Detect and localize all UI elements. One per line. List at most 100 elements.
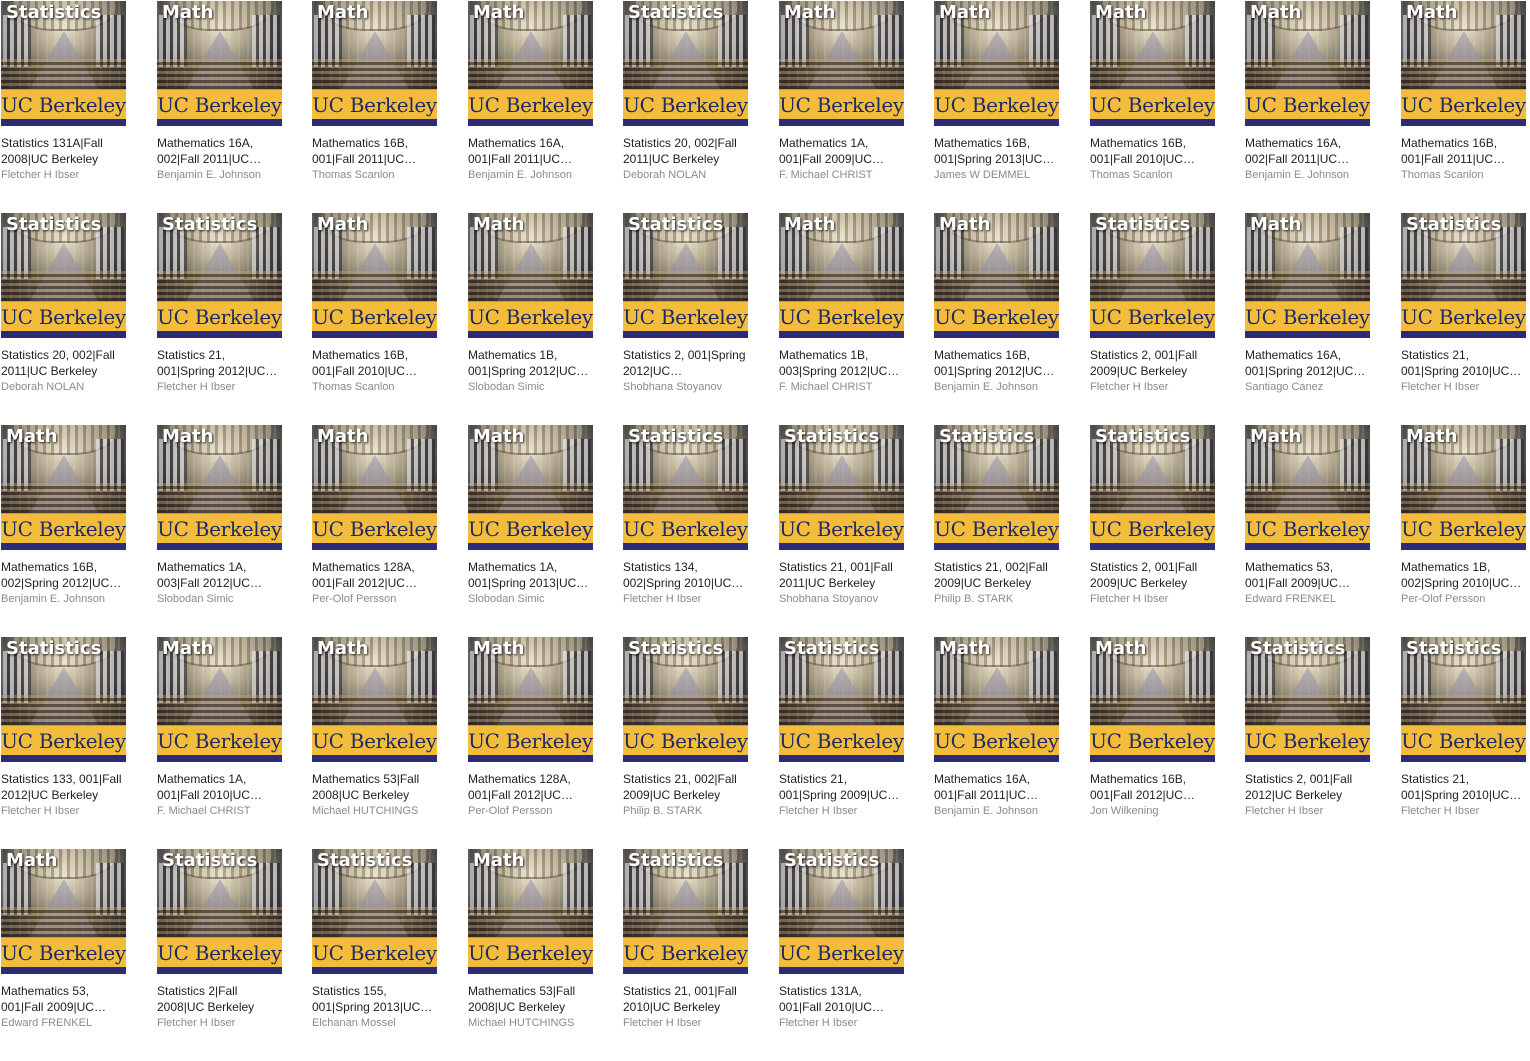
- course-tile[interactable]: Statistics UC Berkeley Statistics 2, 001…: [1090, 213, 1216, 418]
- course-title[interactable]: Mathematics 16B, 001|Fall 2010|UC…: [312, 347, 438, 379]
- course-tile[interactable]: Statistics UC Berkeley Statistics 2|Fall…: [157, 849, 283, 1054]
- course-tile[interactable]: Statistics UC Berkeley Statistics 2, 001…: [623, 213, 749, 418]
- course-tile[interactable]: Math UC Berkeley Mathematics 53, 001|Fal…: [1245, 425, 1371, 630]
- course-tile[interactable]: Math UC Berkeley Mathematics 128A, 001|F…: [468, 637, 594, 842]
- course-tile[interactable]: Statistics UC Berkeley Statistics 133, 0…: [1, 637, 127, 842]
- course-title[interactable]: Mathematics 16A, 001|Spring 2012|UC…: [1245, 347, 1371, 379]
- course-cover-image[interactable]: Math UC Berkeley: [312, 213, 437, 338]
- course-title[interactable]: Statistics 2, 001|Spring 2012|UC…: [623, 347, 749, 379]
- course-title[interactable]: Mathematics 1B, 002|Spring 2010|UC…: [1401, 559, 1527, 591]
- course-title[interactable]: Mathematics 16B, 001|Fall 2011|UC…: [312, 135, 438, 167]
- course-title[interactable]: Statistics 21, 001|Spring 2012|UC…: [157, 347, 283, 379]
- course-cover-image[interactable]: Math UC Berkeley: [312, 1, 437, 126]
- course-title[interactable]: Mathematics 53|Fall 2008|UC Berkeley: [468, 983, 594, 1015]
- course-tile[interactable]: Math UC Berkeley Mathematics 16B, 001|Fa…: [1090, 637, 1216, 842]
- course-cover-image[interactable]: Math UC Berkeley: [312, 637, 437, 762]
- course-title[interactable]: Mathematics 16B, 002|Spring 2012|UC…: [1, 559, 127, 591]
- course-cover-image[interactable]: Statistics UC Berkeley: [779, 637, 904, 762]
- course-title[interactable]: Statistics 21, 002|Fall 2009|UC Berkeley: [934, 559, 1060, 591]
- course-title[interactable]: Mathematics 1A, 001|Spring 2013|UC…: [468, 559, 594, 591]
- course-cover-image[interactable]: Statistics UC Berkeley: [1, 1, 126, 126]
- course-title[interactable]: Mathematics 53|Fall 2008|UC Berkeley: [312, 771, 438, 803]
- course-cover-image[interactable]: Statistics UC Berkeley: [1090, 213, 1215, 338]
- course-tile[interactable]: Statistics UC Berkeley Statistics 21, 00…: [779, 637, 905, 842]
- course-tile[interactable]: Statistics UC Berkeley Statistics 131A, …: [779, 849, 905, 1054]
- course-tile[interactable]: Math UC Berkeley Mathematics 128A, 001|F…: [312, 425, 438, 630]
- course-cover-image[interactable]: Math UC Berkeley: [1, 849, 126, 974]
- course-title[interactable]: Mathematics 128A, 001|Fall 2012|UC…: [468, 771, 594, 803]
- course-cover-image[interactable]: Math UC Berkeley: [1245, 1, 1370, 126]
- course-cover-image[interactable]: Statistics UC Berkeley: [1401, 637, 1526, 762]
- course-cover-image[interactable]: Statistics UC Berkeley: [779, 849, 904, 974]
- course-cover-image[interactable]: Math UC Berkeley: [934, 213, 1059, 338]
- course-cover-image[interactable]: Math UC Berkeley: [1090, 1, 1215, 126]
- course-cover-image[interactable]: Statistics UC Berkeley: [157, 213, 282, 338]
- course-title[interactable]: Statistics 2, 001|Fall 2009|UC Berkeley: [1090, 559, 1216, 591]
- course-cover-image[interactable]: Math UC Berkeley: [1245, 425, 1370, 550]
- course-title[interactable]: Statistics 21, 001|Spring 2009|UC…: [779, 771, 905, 803]
- course-tile[interactable]: Math UC Berkeley Mathematics 16A, 001|Sp…: [1245, 213, 1371, 418]
- course-tile[interactable]: Statistics UC Berkeley Statistics 134, 0…: [623, 425, 749, 630]
- course-cover-image[interactable]: Statistics UC Berkeley: [157, 849, 282, 974]
- course-cover-image[interactable]: Statistics UC Berkeley: [1090, 425, 1215, 550]
- course-tile[interactable]: Math UC Berkeley Mathematics 53|Fall 200…: [468, 849, 594, 1054]
- course-title[interactable]: Statistics 155, 001|Spring 2013|UC…: [312, 983, 438, 1015]
- course-title[interactable]: Statistics 20, 002|Fall 2011|UC Berkeley: [1, 347, 127, 379]
- course-cover-image[interactable]: Statistics UC Berkeley: [1401, 213, 1526, 338]
- course-title[interactable]: Statistics 2, 001|Fall 2012|UC Berkeley: [1245, 771, 1371, 803]
- course-tile[interactable]: Statistics UC Berkeley Statistics 21, 00…: [157, 213, 283, 418]
- course-tile[interactable]: Statistics UC Berkeley Statistics 21, 00…: [623, 637, 749, 842]
- course-tile[interactable]: Math UC Berkeley Mathematics 16B, 001|Sp…: [934, 213, 1060, 418]
- course-title[interactable]: Statistics 2, 001|Fall 2009|UC Berkeley: [1090, 347, 1216, 379]
- course-tile[interactable]: Math UC Berkeley Mathematics 16A, 002|Fa…: [157, 1, 283, 206]
- course-tile[interactable]: Math UC Berkeley Mathematics 16A, 002|Fa…: [1245, 1, 1371, 206]
- course-cover-image[interactable]: Math UC Berkeley: [1090, 637, 1215, 762]
- course-title[interactable]: Statistics 21, 001|Spring 2010|UC…: [1401, 347, 1527, 379]
- course-cover-image[interactable]: Statistics UC Berkeley: [623, 425, 748, 550]
- course-title[interactable]: Mathematics 1A, 003|Fall 2012|UC…: [157, 559, 283, 591]
- course-cover-image[interactable]: Math UC Berkeley: [779, 213, 904, 338]
- course-cover-image[interactable]: Math UC Berkeley: [468, 213, 593, 338]
- course-cover-image[interactable]: Math UC Berkeley: [1401, 1, 1526, 126]
- course-cover-image[interactable]: Statistics UC Berkeley: [312, 849, 437, 974]
- course-tile[interactable]: Math UC Berkeley Mathematics 16A, 001|Fa…: [468, 1, 594, 206]
- course-title[interactable]: Mathematics 128A, 001|Fall 2012|UC…: [312, 559, 438, 591]
- course-title[interactable]: Statistics 131A, 001|Fall 2010|UC…: [779, 983, 905, 1015]
- course-title[interactable]: Mathematics 16A, 001|Fall 2011|UC…: [468, 135, 594, 167]
- course-title[interactable]: Statistics 2|Fall 2008|UC Berkeley: [157, 983, 283, 1015]
- course-cover-image[interactable]: Math UC Berkeley: [157, 425, 282, 550]
- course-tile[interactable]: Statistics UC Berkeley Statistics 2, 001…: [1090, 425, 1216, 630]
- course-cover-image[interactable]: Math UC Berkeley: [468, 425, 593, 550]
- course-tile[interactable]: Math UC Berkeley Mathematics 16B, 001|Fa…: [312, 213, 438, 418]
- course-cover-image[interactable]: Statistics UC Berkeley: [934, 425, 1059, 550]
- course-title[interactable]: Mathematics 1B, 003|Spring 2012|UC…: [779, 347, 905, 379]
- course-cover-image[interactable]: Math UC Berkeley: [468, 1, 593, 126]
- course-title[interactable]: Mathematics 1B, 001|Spring 2012|UC…: [468, 347, 594, 379]
- course-tile[interactable]: Math UC Berkeley Mathematics 16B, 002|Sp…: [1, 425, 127, 630]
- course-tile[interactable]: Math UC Berkeley Mathematics 1A, 003|Fal…: [157, 425, 283, 630]
- course-cover-image[interactable]: Math UC Berkeley: [157, 637, 282, 762]
- course-title[interactable]: Statistics 21, 002|Fall 2009|UC Berkeley: [623, 771, 749, 803]
- course-title[interactable]: Mathematics 16B, 001|Spring 2012|UC…: [934, 347, 1060, 379]
- course-title[interactable]: Mathematics 16A, 002|Fall 2011|UC…: [157, 135, 283, 167]
- course-title[interactable]: Statistics 133, 001|Fall 2012|UC Berkele…: [1, 771, 127, 803]
- course-tile[interactable]: Statistics UC Berkeley Statistics 21, 00…: [623, 849, 749, 1054]
- course-cover-image[interactable]: Statistics UC Berkeley: [623, 213, 748, 338]
- course-tile[interactable]: Statistics UC Berkeley Statistics 21, 00…: [779, 425, 905, 630]
- course-cover-image[interactable]: Statistics UC Berkeley: [623, 849, 748, 974]
- course-cover-image[interactable]: Statistics UC Berkeley: [1, 213, 126, 338]
- course-tile[interactable]: Statistics UC Berkeley Statistics 20, 00…: [623, 1, 749, 206]
- course-tile[interactable]: Math UC Berkeley Mathematics 1B, 003|Spr…: [779, 213, 905, 418]
- course-cover-image[interactable]: Statistics UC Berkeley: [1, 637, 126, 762]
- course-title[interactable]: Statistics 21, 001|Spring 2010|UC…: [1401, 771, 1527, 803]
- course-cover-image[interactable]: Math UC Berkeley: [468, 637, 593, 762]
- course-title[interactable]: Statistics 21, 001|Fall 2011|UC Berkeley: [779, 559, 905, 591]
- course-cover-image[interactable]: Statistics UC Berkeley: [623, 637, 748, 762]
- course-title[interactable]: Mathematics 1A, 001|Fall 2009|UC…: [779, 135, 905, 167]
- course-cover-image[interactable]: Math UC Berkeley: [468, 849, 593, 974]
- course-tile[interactable]: Statistics UC Berkeley Statistics 21, 00…: [1401, 213, 1527, 418]
- course-cover-image[interactable]: Math UC Berkeley: [779, 1, 904, 126]
- course-title[interactable]: Mathematics 53, 001|Fall 2009|UC…: [1245, 559, 1371, 591]
- course-tile[interactable]: Statistics UC Berkeley Statistics 20, 00…: [1, 213, 127, 418]
- course-title[interactable]: Statistics 20, 002|Fall 2011|UC Berkeley: [623, 135, 749, 167]
